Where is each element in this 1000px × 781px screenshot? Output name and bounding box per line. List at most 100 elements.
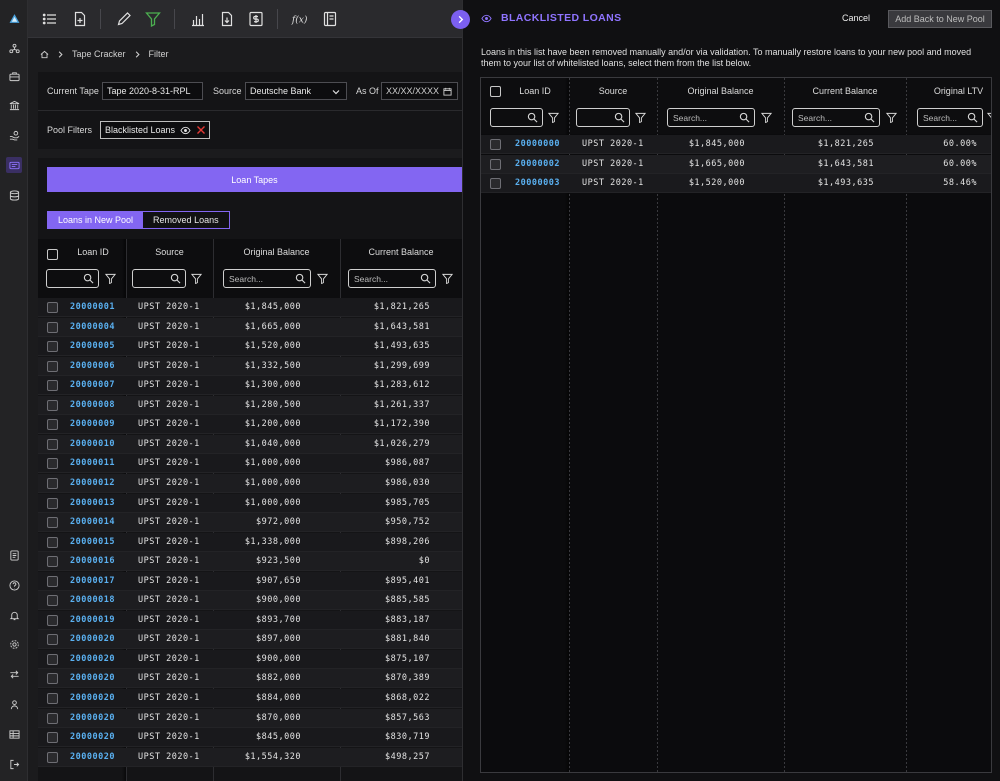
row-checkbox[interactable] [47,497,58,509]
loan-id-link[interactable]: 20000012 [70,478,115,488]
loan-id-link[interactable]: 20000020 [70,732,115,742]
source-search-input[interactable] [576,108,630,127]
loan-id-link[interactable]: 20000005 [70,341,115,351]
filter-icon[interactable] [635,112,646,123]
pool-filter-chip[interactable]: Blacklisted Loans [100,121,210,139]
table-row[interactable]: 20000019 UPST 2020-1 $893,700 $883,187 [38,610,462,630]
row-checkbox[interactable] [47,673,58,685]
table-row[interactable]: 20000006 UPST 2020-1 $1,332,500 $1,299,699 [38,356,462,376]
network-icon[interactable] [6,40,22,56]
table-row[interactable]: 20000020 UPST 2020-1 $882,000 $870,389 [38,669,462,689]
document-add-icon[interactable] [70,9,90,29]
column-header-current-balance[interactable]: Current Balance [784,86,906,96]
database-icon[interactable] [6,187,22,203]
close-icon[interactable] [196,125,206,135]
original-balance-search-input[interactable]: Search... [223,269,311,288]
loan-id-link[interactable]: 20000010 [70,439,115,449]
filter-icon[interactable] [191,273,202,284]
loan-id-link[interactable]: 20000002 [515,159,560,169]
table-row[interactable]: 20000003 UPST 2020-1 $1,520,000 $1,493,635 5… [481,174,991,194]
breadcrumb-item-tape-cracker[interactable]: Tape Cracker [72,49,126,59]
logo-icon[interactable] [5,10,23,26]
eye-icon[interactable] [180,126,191,135]
loan-id-link[interactable]: 20000018 [70,595,115,605]
add-back-to-new-pool-button[interactable]: Add Back to New Pool [888,10,992,28]
help-icon[interactable] [6,577,22,593]
bell-icon[interactable] [6,607,22,623]
loan-id-link[interactable]: 20000006 [70,361,115,371]
source-search-input[interactable] [132,269,186,288]
table-row[interactable]: 20000008 UPST 2020-1 $1,280,500 $1,261,337 [38,395,462,415]
table-row[interactable]: 20000018 UPST 2020-1 $900,000 $885,585 [38,591,462,611]
row-checkbox[interactable] [490,178,501,190]
source-select[interactable]: Deutsche Bank [245,82,347,100]
loan-id-link[interactable]: 20000007 [70,380,115,390]
pencil-icon[interactable] [114,9,134,29]
table-row[interactable]: 20000002 UPST 2020-1 $1,665,000 $1,643,581 6… [481,154,991,174]
original-ltv-search-input[interactable]: Search... [917,108,983,127]
table-row[interactable]: 20000001 UPST 2020-1 $1,845,000 $1,821,265 [38,298,462,317]
tab-loans-in-new-pool[interactable]: Loans in New Pool [48,212,144,228]
function-icon[interactable]: f(x) [290,9,312,29]
row-checkbox[interactable] [47,341,58,353]
row-checkbox[interactable] [47,380,58,392]
row-checkbox[interactable] [47,360,58,372]
filter-icon[interactable] [761,112,772,123]
document-download-icon[interactable] [217,9,237,29]
table-row[interactable]: 20000020 UPST 2020-1 $884,000 $868,022 [38,689,462,708]
loan-id-link[interactable]: 20000020 [70,634,115,644]
row-checkbox[interactable] [47,712,58,724]
column-header-original-balance[interactable]: Original Balance [213,247,340,257]
row-checkbox[interactable] [47,419,58,431]
loan-id-search-input[interactable] [490,108,543,127]
row-checkbox[interactable] [47,536,58,548]
filter-icon[interactable] [317,273,328,284]
loan-id-link[interactable]: 20000015 [70,537,115,547]
table-row[interactable]: 20000011 UPST 2020-1 $1,000,000 $986,087 [38,454,462,474]
row-checkbox[interactable] [47,693,58,704]
loan-id-link[interactable]: 20000016 [70,556,115,566]
loan-id-link[interactable]: 20000001 [70,302,115,312]
user-badge-icon[interactable] [6,696,22,712]
breadcrumb-item-filter[interactable]: Filter [149,49,169,59]
column-header-original-ltv[interactable]: Original LTV [906,86,991,96]
original-balance-search-input[interactable]: Search... [667,108,755,127]
row-checkbox[interactable] [47,634,58,646]
filter-icon[interactable] [548,112,559,123]
list-icon[interactable] [40,9,60,29]
column-header-loan-id[interactable]: Loan ID [60,247,126,257]
loan-id-link[interactable]: 20000020 [70,752,115,762]
loan-id-link[interactable]: 20000014 [70,517,115,527]
loan-id-link[interactable]: 20000020 [70,673,115,683]
loan-id-link[interactable]: 20000020 [70,654,115,664]
loan-id-link[interactable]: 20000020 [70,693,115,703]
as-of-date-input[interactable]: XX/XX/XXXX [381,82,458,100]
table-row[interactable]: 20000014 UPST 2020-1 $972,000 $950,752 [38,513,462,533]
column-header-current-balance[interactable]: Current Balance [340,247,462,257]
tab-removed-loans[interactable]: Removed Loans [143,212,229,228]
column-header-original-balance[interactable]: Original Balance [657,86,784,96]
loan-id-link[interactable]: 20000013 [70,498,115,508]
table-row[interactable]: 20000017 UPST 2020-1 $907,650 $895,401 [38,571,462,591]
column-header-source[interactable]: Source [126,247,213,257]
filter-icon[interactable] [442,273,453,284]
row-checkbox[interactable] [47,751,58,763]
current-balance-search-input[interactable]: Search... [348,269,436,288]
table-row[interactable]: 20000020 UPST 2020-1 $845,000 $830,719 [38,728,462,748]
table-row[interactable]: 20000015 UPST 2020-1 $1,338,000 $898,206 [38,532,462,552]
table-row[interactable]: 20000020 UPST 2020-1 $897,000 $881,840 [38,630,462,650]
row-checkbox[interactable] [47,595,58,607]
loan-id-link[interactable]: 20000019 [70,615,115,625]
bar-chart-icon[interactable] [188,9,208,29]
table-row[interactable]: 20000020 UPST 2020-1 $900,000 $875,107 [38,649,462,669]
table-row[interactable]: 20000000 UPST 2020-1 $1,845,000 $1,821,265 6… [481,135,991,154]
briefcase-icon[interactable] [6,68,22,84]
table-row[interactable]: 20000016 UPST 2020-1 $923,500 $0 [38,552,462,572]
row-checkbox[interactable] [47,399,58,411]
gear-icon[interactable] [6,636,22,652]
table-row[interactable]: 20000020 UPST 2020-1 $1,554,320 $498,257 [38,747,462,767]
row-checkbox[interactable] [47,321,58,333]
current-tape-field[interactable]: Tape 2020-8-31-RPL [102,82,203,100]
loan-id-link[interactable]: 20000017 [70,576,115,586]
loan-id-link[interactable]: 20000011 [70,458,115,468]
